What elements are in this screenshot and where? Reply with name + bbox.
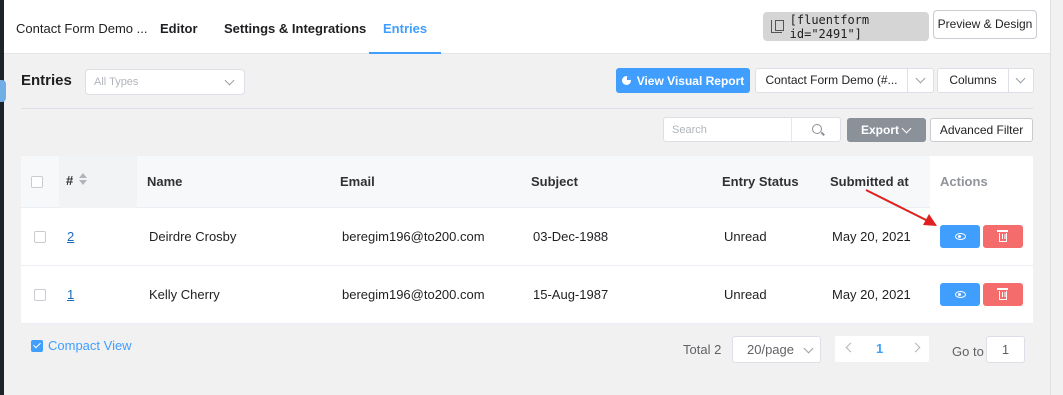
sidebar-active-notch: [0, 80, 6, 102]
entry-id-link[interactable]: 2: [67, 229, 74, 244]
trash-icon: [997, 288, 1008, 300]
submitted-cell: May 20, 2021: [832, 229, 911, 244]
name-column-header: Name: [147, 174, 183, 189]
select-all-checkbox[interactable]: [31, 175, 43, 188]
subject-column-header: Subject: [531, 174, 578, 189]
shortcode-copy[interactable]: [fluentform id="2491"]: [763, 12, 929, 41]
top-nav: Contact Form Demo ... Editor Settings & …: [4, 0, 1050, 54]
chevron-down-icon: [224, 75, 235, 86]
view-visual-report-button[interactable]: View Visual Report: [616, 68, 750, 93]
admin-sidebar-edge: [0, 0, 6, 395]
subject-cell: 03-Dec-1988: [533, 229, 609, 244]
chevron-down-icon: [803, 343, 814, 354]
columns-dropdown-button[interactable]: [1008, 68, 1034, 93]
table-header: # Name Email Subject Entry Status Submit…: [21, 156, 1033, 208]
status-column-header: Entry Status: [722, 174, 799, 189]
columns-button[interactable]: Columns: [937, 68, 1009, 93]
entry-type-select[interactable]: All Types: [85, 69, 245, 95]
goto-label: Go to: [952, 344, 984, 359]
nav-form-name[interactable]: Contact Form Demo ...: [16, 0, 147, 54]
submitted-column-header: Submitted at: [830, 174, 909, 189]
search-input[interactable]: [664, 118, 792, 141]
chevron-down-icon: [901, 123, 912, 134]
chevron-right-icon[interactable]: [910, 342, 921, 353]
pie-chart-icon: [621, 76, 631, 85]
page-size-value: 20/page: [747, 342, 794, 357]
submitted-cell: May 20, 2021: [832, 287, 911, 302]
compact-view-label: Compact View: [48, 338, 132, 353]
goto-page-input[interactable]: [986, 336, 1025, 363]
actions-column-header: Actions: [940, 174, 988, 189]
scrollbar-track[interactable]: [1050, 0, 1063, 395]
name-cell: Kelly Cherry: [149, 287, 220, 302]
select-all-cell: [31, 156, 43, 207]
table-row: 1 Kelly Cherry beregim196@to200.com 15-A…: [21, 266, 1033, 324]
visual-report-label: View Visual Report: [636, 73, 745, 88]
search-box: [663, 117, 841, 142]
tab-entries[interactable]: Entries: [369, 0, 442, 54]
view-entry-button[interactable]: [940, 225, 980, 248]
compact-view-toggle[interactable]: Compact View: [31, 338, 132, 353]
eye-icon: [954, 233, 966, 240]
table-row: 2 Deirdre Crosby beregim196@to200.com 03…: [21, 208, 1033, 266]
preview-design-button[interactable]: Preview & Design: [933, 10, 1037, 39]
subject-cell: 15-Aug-1987: [533, 287, 609, 302]
delete-entry-button[interactable]: [983, 225, 1023, 248]
status-cell: Unread: [724, 287, 767, 302]
email-cell: beregim196@to200.com: [342, 287, 485, 302]
view-entry-button[interactable]: [940, 283, 980, 306]
divider: [21, 108, 1033, 109]
id-header-label: #: [66, 173, 74, 188]
export-label: Export: [861, 123, 900, 137]
pagination: 1: [835, 336, 929, 362]
advanced-filter-button[interactable]: Advanced Filter: [930, 118, 1033, 142]
page-number-current[interactable]: 1: [876, 341, 883, 356]
row-select-cell: [34, 208, 46, 265]
search-icon[interactable]: [812, 124, 822, 134]
row-checkbox[interactable]: [34, 288, 46, 301]
status-cell: Unread: [724, 229, 767, 244]
compact-view-checkbox[interactable]: [31, 339, 43, 352]
delete-entry-button[interactable]: [983, 283, 1023, 306]
export-button[interactable]: Export: [847, 118, 926, 142]
sort-icon[interactable]: [79, 173, 88, 185]
search-separator: [791, 118, 792, 141]
trash-icon: [997, 230, 1008, 242]
chevron-down-icon: [1015, 73, 1026, 84]
form-select-dropdown-button[interactable]: [907, 68, 934, 93]
total-count: Total 2: [683, 342, 722, 357]
entry-id-link[interactable]: 1: [67, 287, 74, 302]
shortcode-text: [fluentform id="2491"]: [789, 12, 870, 41]
page-size-select[interactable]: 20/page: [732, 336, 821, 363]
email-column-header: Email: [340, 174, 375, 189]
row-checkbox[interactable]: [34, 230, 46, 243]
copy-icon: [771, 20, 784, 33]
tab-settings-integrations[interactable]: Settings & Integrations: [224, 0, 366, 54]
page-title: Entries: [21, 72, 72, 89]
tab-editor[interactable]: Editor: [160, 0, 198, 54]
entry-id-cell: 1: [67, 266, 74, 323]
entry-type-placeholder: All Types: [94, 76, 139, 88]
chevron-left-icon[interactable]: [845, 342, 856, 353]
entries-table: # Name Email Subject Entry Status Submit…: [21, 156, 1033, 324]
form-select[interactable]: Contact Form Demo (#...: [755, 68, 908, 93]
chevron-down-icon: [915, 73, 926, 84]
row-select-cell: [34, 266, 46, 323]
entry-id-cell: 2: [67, 208, 74, 265]
name-cell: Deirdre Crosby: [149, 229, 237, 244]
email-cell: beregim196@to200.com: [342, 229, 485, 244]
eye-icon: [954, 291, 966, 298]
id-column-header[interactable]: #: [66, 156, 88, 207]
